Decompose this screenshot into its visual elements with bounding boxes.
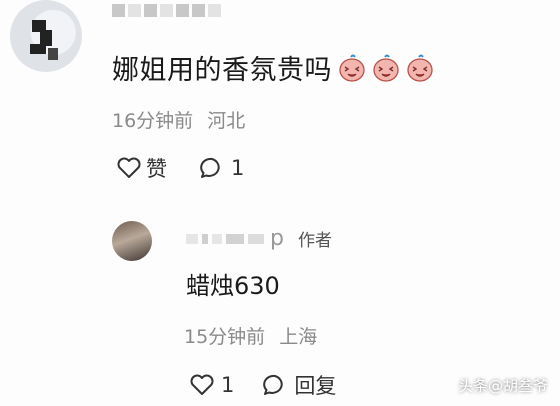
reply-actions: 1 回复 [189, 370, 336, 400]
watermark: 头条@胡叁爷 [457, 377, 548, 395]
laughing-face-icon [338, 54, 366, 82]
heart-icon [116, 156, 142, 180]
reply-author-name-visible: p [270, 226, 284, 251]
comment-actions: 赞 1 [116, 153, 244, 183]
author-badge: 作者 [297, 231, 332, 251]
reply-meta: 15分钟前 上海 [184, 322, 317, 349]
reply-time: 15分钟前 [184, 326, 266, 348]
comment-text: 娜姐用的香氛贵吗 [112, 55, 332, 86]
comment-bubble-icon [199, 156, 225, 180]
avatar[interactable] [10, 0, 82, 72]
heart-icon [189, 373, 215, 397]
reply-button[interactable]: 回复 [262, 370, 336, 400]
reply-text: 蜡烛630 [186, 272, 280, 300]
like-button[interactable]: 赞 [116, 153, 167, 183]
laughing-face-icon [372, 54, 400, 82]
comment-time: 16分钟前 [112, 110, 194, 132]
comment-text-row: 娜姐用的香氛贵吗 [112, 48, 434, 87]
reply-author-name[interactable]: p 作者 [186, 226, 332, 251]
reply-label: 回复 [294, 374, 337, 398]
reply-count: 1 [231, 156, 245, 180]
laughing-face-icon [406, 54, 434, 82]
avatar[interactable] [112, 221, 152, 261]
comment-bubble-icon [262, 373, 288, 397]
like-count: 1 [221, 373, 235, 397]
comment-meta: 16分钟前 河北 [112, 106, 245, 133]
commenter-name[interactable] [112, 4, 221, 17]
like-button[interactable]: 1 [189, 373, 234, 397]
reply-count-button[interactable]: 1 [199, 156, 244, 180]
reply-location: 上海 [279, 326, 318, 348]
comment-location: 河北 [207, 110, 246, 132]
like-label: 赞 [146, 157, 167, 181]
